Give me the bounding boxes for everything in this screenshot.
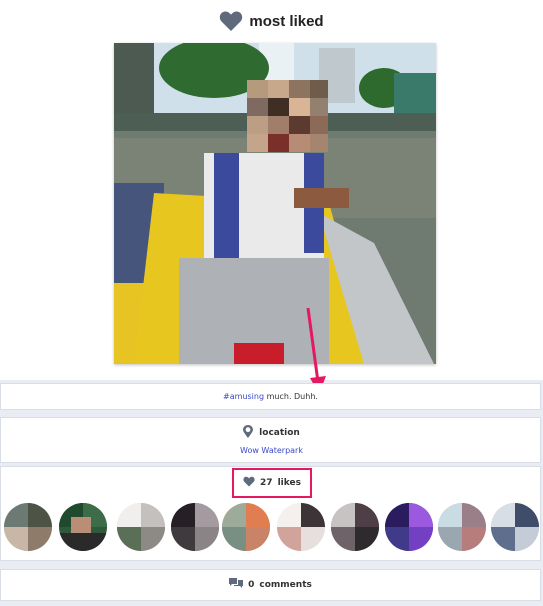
- most-liked-photo[interactable]: [114, 43, 436, 364]
- comments-label: comments: [259, 580, 312, 590]
- location-card: location Wow Waterpark: [0, 417, 541, 463]
- chat-icon: [229, 578, 244, 592]
- most-liked-section: most liked: [0, 0, 543, 394]
- location-header: location: [1, 425, 542, 441]
- heart-icon: [243, 476, 255, 490]
- likes-counter: 27 likes: [232, 468, 312, 498]
- avatar[interactable]: [117, 503, 165, 551]
- location-label: location: [259, 428, 300, 438]
- avatar[interactable]: [491, 503, 539, 551]
- likes-label: likes: [277, 478, 301, 488]
- avatar[interactable]: [331, 503, 379, 551]
- avatar[interactable]: [222, 503, 270, 551]
- avatar[interactable]: [4, 503, 52, 551]
- section-heading: most liked: [0, 8, 543, 34]
- comments-count: 0: [248, 580, 255, 590]
- avatar[interactable]: [171, 503, 219, 551]
- avatar[interactable]: [438, 503, 486, 551]
- avatar[interactable]: [277, 503, 325, 551]
- comments-card[interactable]: 0 comments: [0, 569, 541, 601]
- heart-icon: [219, 10, 243, 32]
- avatar[interactable]: [385, 503, 433, 551]
- caption-card: #amusing much. Duhh.: [0, 383, 541, 410]
- likes-card: 27 likes: [0, 466, 541, 561]
- caption-text: much. Duhh.: [264, 392, 318, 401]
- hashtag-link[interactable]: #amusing: [223, 392, 264, 401]
- map-pin-icon: [243, 425, 254, 441]
- location-link[interactable]: Wow Waterpark: [1, 446, 542, 455]
- avatar[interactable]: [59, 503, 107, 551]
- page-title: most liked: [249, 12, 324, 30]
- likes-count: 27: [260, 478, 273, 488]
- liker-avatars: [1, 503, 542, 551]
